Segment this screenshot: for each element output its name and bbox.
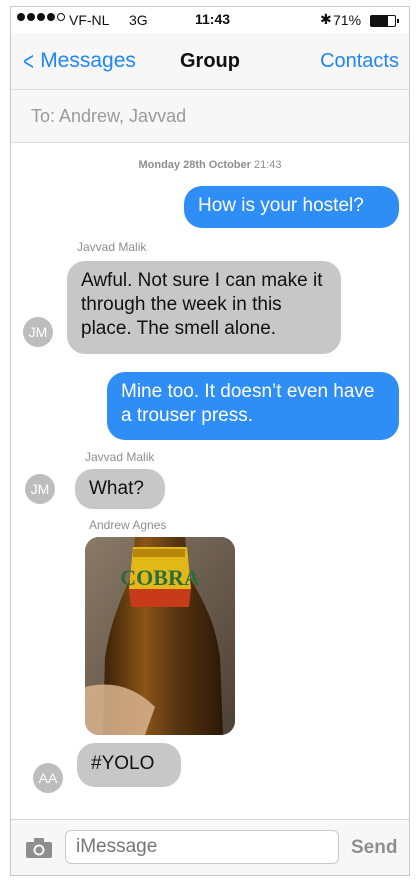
navigation-bar: < Messages Group Contacts: [11, 33, 409, 89]
contacts-button[interactable]: Contacts: [320, 50, 399, 73]
clock: 11:43: [195, 11, 231, 27]
bottle-label-text: COBRA: [120, 565, 200, 590]
avatar[interactable]: JM: [23, 317, 53, 347]
status-bar: VF-NL 3G 11:43 ✱ 71%: [11, 7, 409, 33]
message-bubble-outgoing[interactable]: How is your hostel?: [184, 186, 399, 228]
avatar[interactable]: JM: [25, 474, 55, 504]
beer-bottle-photo[interactable]: COBRA: [85, 537, 235, 735]
camera-icon[interactable]: [25, 837, 53, 864]
battery-percent: 71%: [333, 12, 362, 28]
message-bubble-incoming[interactable]: #YOLO: [77, 743, 181, 787]
avatar[interactable]: AA: [33, 763, 63, 793]
recipients-text: To: Andrew, Javvad: [31, 106, 187, 126]
message-input[interactable]: [65, 830, 339, 864]
network-type: 3G: [129, 12, 148, 28]
signal-strength-icon: [17, 13, 65, 21]
carrier-name: VF-NL: [69, 12, 110, 28]
bluetooth-icon: ✱: [320, 11, 332, 27]
sender-name: Andrew Agnes: [89, 518, 167, 532]
battery-icon: [370, 15, 399, 27]
message-bubble-incoming[interactable]: Awful. Not sure I can make it through th…: [67, 261, 341, 354]
conversation-timestamp: Monday 28th October 21:43: [11, 159, 409, 171]
send-button[interactable]: Send: [351, 837, 397, 859]
message-bubble-outgoing[interactable]: Mine too. It doesn’t even have a trouser…: [107, 372, 399, 440]
phone-screen: VF-NL 3G 11:43 ✱ 71% < Messages Group Co…: [10, 6, 410, 876]
sender-name: Javvad Malik: [85, 450, 155, 464]
compose-bar: Send: [11, 819, 409, 875]
sender-name: Javvad Malik: [77, 240, 147, 254]
beer-bottle-image: COBRA: [85, 537, 235, 735]
timestamp-time: 21:43: [254, 159, 282, 171]
timestamp-day: Monday 28th October: [138, 159, 251, 171]
recipients-bar[interactable]: To: Andrew, Javvad: [11, 89, 409, 143]
message-bubble-incoming[interactable]: What?: [75, 469, 165, 509]
